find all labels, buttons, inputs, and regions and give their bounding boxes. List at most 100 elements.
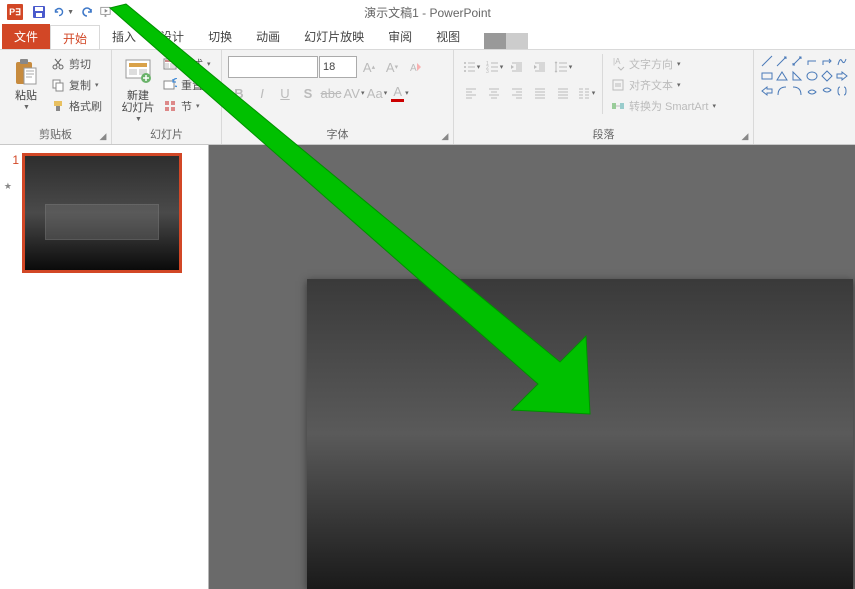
shape-line-arrow-icon[interactable] (775, 54, 789, 68)
cut-label: 剪切 (69, 56, 91, 72)
tab-home[interactable]: 开始 (50, 25, 100, 50)
bold-button[interactable]: B (228, 82, 250, 104)
clear-formatting-button[interactable]: A (404, 56, 426, 78)
text-direction-button[interactable]: |A 文字方向 ▾ (608, 54, 718, 74)
decrease-indent-button[interactable] (506, 56, 528, 78)
align-left-button[interactable] (460, 82, 482, 104)
shape-diamond-icon[interactable] (820, 69, 834, 83)
increase-indent-button[interactable] (529, 56, 551, 78)
layout-button[interactable]: 版式 ▾ (160, 54, 213, 74)
brush-icon (50, 98, 66, 114)
start-from-beginning-button[interactable]: ▼ (100, 1, 122, 23)
slide-canvas[interactable] (209, 145, 855, 589)
shape-oval-icon[interactable] (805, 69, 819, 83)
strikethrough-button[interactable]: abc (320, 82, 342, 104)
tab-design[interactable]: 设计 (148, 24, 196, 49)
shape-wave-down-icon[interactable] (805, 84, 819, 98)
tab-slideshow[interactable]: 幻灯片放映 (292, 24, 376, 49)
copy-label: 复制 (69, 77, 91, 93)
bullets-button[interactable]: ▾ (460, 56, 482, 78)
shapes-gallery[interactable] (760, 54, 849, 128)
increase-font-button[interactable]: A▴ (358, 56, 380, 78)
paste-button[interactable]: 粘贴 ▼ (6, 54, 46, 128)
group-slides: 新建 幻灯片 ▼ 版式 ▾ 重置 节 ▾ 幻灯片 (112, 50, 222, 144)
font-color-button[interactable]: A▾ (389, 82, 411, 104)
distributed-button[interactable] (552, 82, 574, 104)
align-center-button[interactable] (483, 82, 505, 104)
quick-access-toolbar: P∃ ▼ ▼ (0, 1, 122, 23)
dialog-launcher-icon[interactable]: ◢ (439, 130, 451, 142)
save-button[interactable] (28, 1, 50, 23)
slide-thumbnails-pane[interactable]: 1 ★ (0, 145, 209, 589)
new-slide-button[interactable]: 新建 幻灯片 ▼ (118, 54, 158, 128)
shape-triangle-icon[interactable] (775, 69, 789, 83)
slide-thumbnail-1[interactable]: 1 ★ (0, 153, 208, 273)
shadow-button[interactable]: S (297, 82, 319, 104)
current-slide[interactable] (307, 279, 853, 589)
shape-freeform-icon[interactable] (835, 54, 849, 68)
shape-curve-left-icon[interactable] (775, 84, 789, 98)
shape-right-triangle-icon[interactable] (790, 69, 804, 83)
chevron-down-icon: ▼ (135, 116, 142, 123)
svg-text:|A: |A (613, 57, 621, 66)
shape-brace-icon[interactable] (835, 84, 849, 98)
convert-smartart-button[interactable]: 转换为 SmartArt ▾ (608, 96, 718, 116)
chevron-down-icon: ▾ (207, 60, 211, 68)
cut-button[interactable]: 剪切 (48, 54, 104, 74)
shape-arrow-left-icon[interactable] (760, 84, 774, 98)
align-right-button[interactable] (506, 82, 528, 104)
format-painter-button[interactable]: 格式刷 (48, 96, 104, 116)
line-spacing-button[interactable]: ▾ (552, 56, 574, 78)
shape-curve-right-icon[interactable] (790, 84, 804, 98)
text-direction-label: 文字方向 (629, 56, 673, 72)
font-family-combo[interactable] (228, 56, 318, 78)
app-icon[interactable]: P∃ (4, 1, 26, 23)
animation-indicator-icon: ★ (4, 181, 12, 192)
shape-elbow-arrow-icon[interactable] (820, 54, 834, 68)
shape-elbow-icon[interactable] (805, 54, 819, 68)
undo-button[interactable]: ▼ (52, 1, 74, 23)
dialog-launcher-icon[interactable]: ◢ (97, 130, 109, 142)
shape-rect-icon[interactable] (760, 69, 774, 83)
align-text-button[interactable]: 对齐文本 ▾ (608, 75, 718, 95)
copy-icon (50, 77, 66, 93)
tab-animations[interactable]: 动画 (244, 24, 292, 49)
layout-label: 版式 (181, 56, 203, 72)
font-size-value: 18 (323, 61, 335, 73)
italic-button[interactable]: I (251, 82, 273, 104)
numbering-button[interactable]: 123▾ (483, 56, 505, 78)
shape-line-icon[interactable] (760, 54, 774, 68)
reset-button[interactable]: 重置 (160, 75, 213, 95)
group-font: 18 A▴ A▾ A B I U S abc AV▾ Aa▾ A▾ (222, 50, 454, 144)
tab-transitions[interactable]: 切换 (196, 24, 244, 49)
layout-icon (162, 56, 178, 72)
shape-wave-up-icon[interactable] (820, 84, 834, 98)
section-button[interactable]: 节 ▾ (160, 96, 213, 116)
shape-arrow-right-icon[interactable] (835, 69, 849, 83)
color-swatch-lightgray[interactable] (506, 33, 528, 49)
columns-button[interactable]: ▾ (575, 82, 597, 104)
reset-label: 重置 (181, 77, 203, 93)
font-size-combo[interactable]: 18 (319, 56, 357, 78)
change-case-button[interactable]: Aa▾ (366, 82, 388, 104)
justify-button[interactable] (529, 82, 551, 104)
tab-review[interactable]: 审阅 (376, 24, 424, 49)
chevron-down-icon: ▼ (23, 104, 30, 111)
shape-line-double-arrow-icon[interactable] (790, 54, 804, 68)
tab-view[interactable]: 视图 (424, 24, 472, 49)
slide-thumbnail-preview[interactable] (22, 153, 182, 273)
text-direction-icon: |A (610, 56, 626, 72)
underline-button[interactable]: U (274, 82, 296, 104)
char-spacing-button[interactable]: AV▾ (343, 82, 365, 104)
dialog-launcher-icon[interactable]: ◢ (739, 130, 751, 142)
tab-insert[interactable]: 插入 (100, 24, 148, 49)
copy-button[interactable]: 复制 ▾ (48, 75, 104, 95)
color-swatch-gray[interactable] (484, 33, 506, 49)
decrease-font-button[interactable]: A▾ (381, 56, 403, 78)
ribbon-tabs: 文件 开始 插入 设计 切换 动画 幻灯片放映 审阅 视图 (0, 24, 855, 49)
align-text-label: 对齐文本 (629, 77, 673, 93)
workspace: 1 ★ (0, 145, 855, 589)
redo-button[interactable] (76, 1, 98, 23)
tab-file[interactable]: 文件 (2, 24, 50, 49)
scissors-icon (50, 56, 66, 72)
